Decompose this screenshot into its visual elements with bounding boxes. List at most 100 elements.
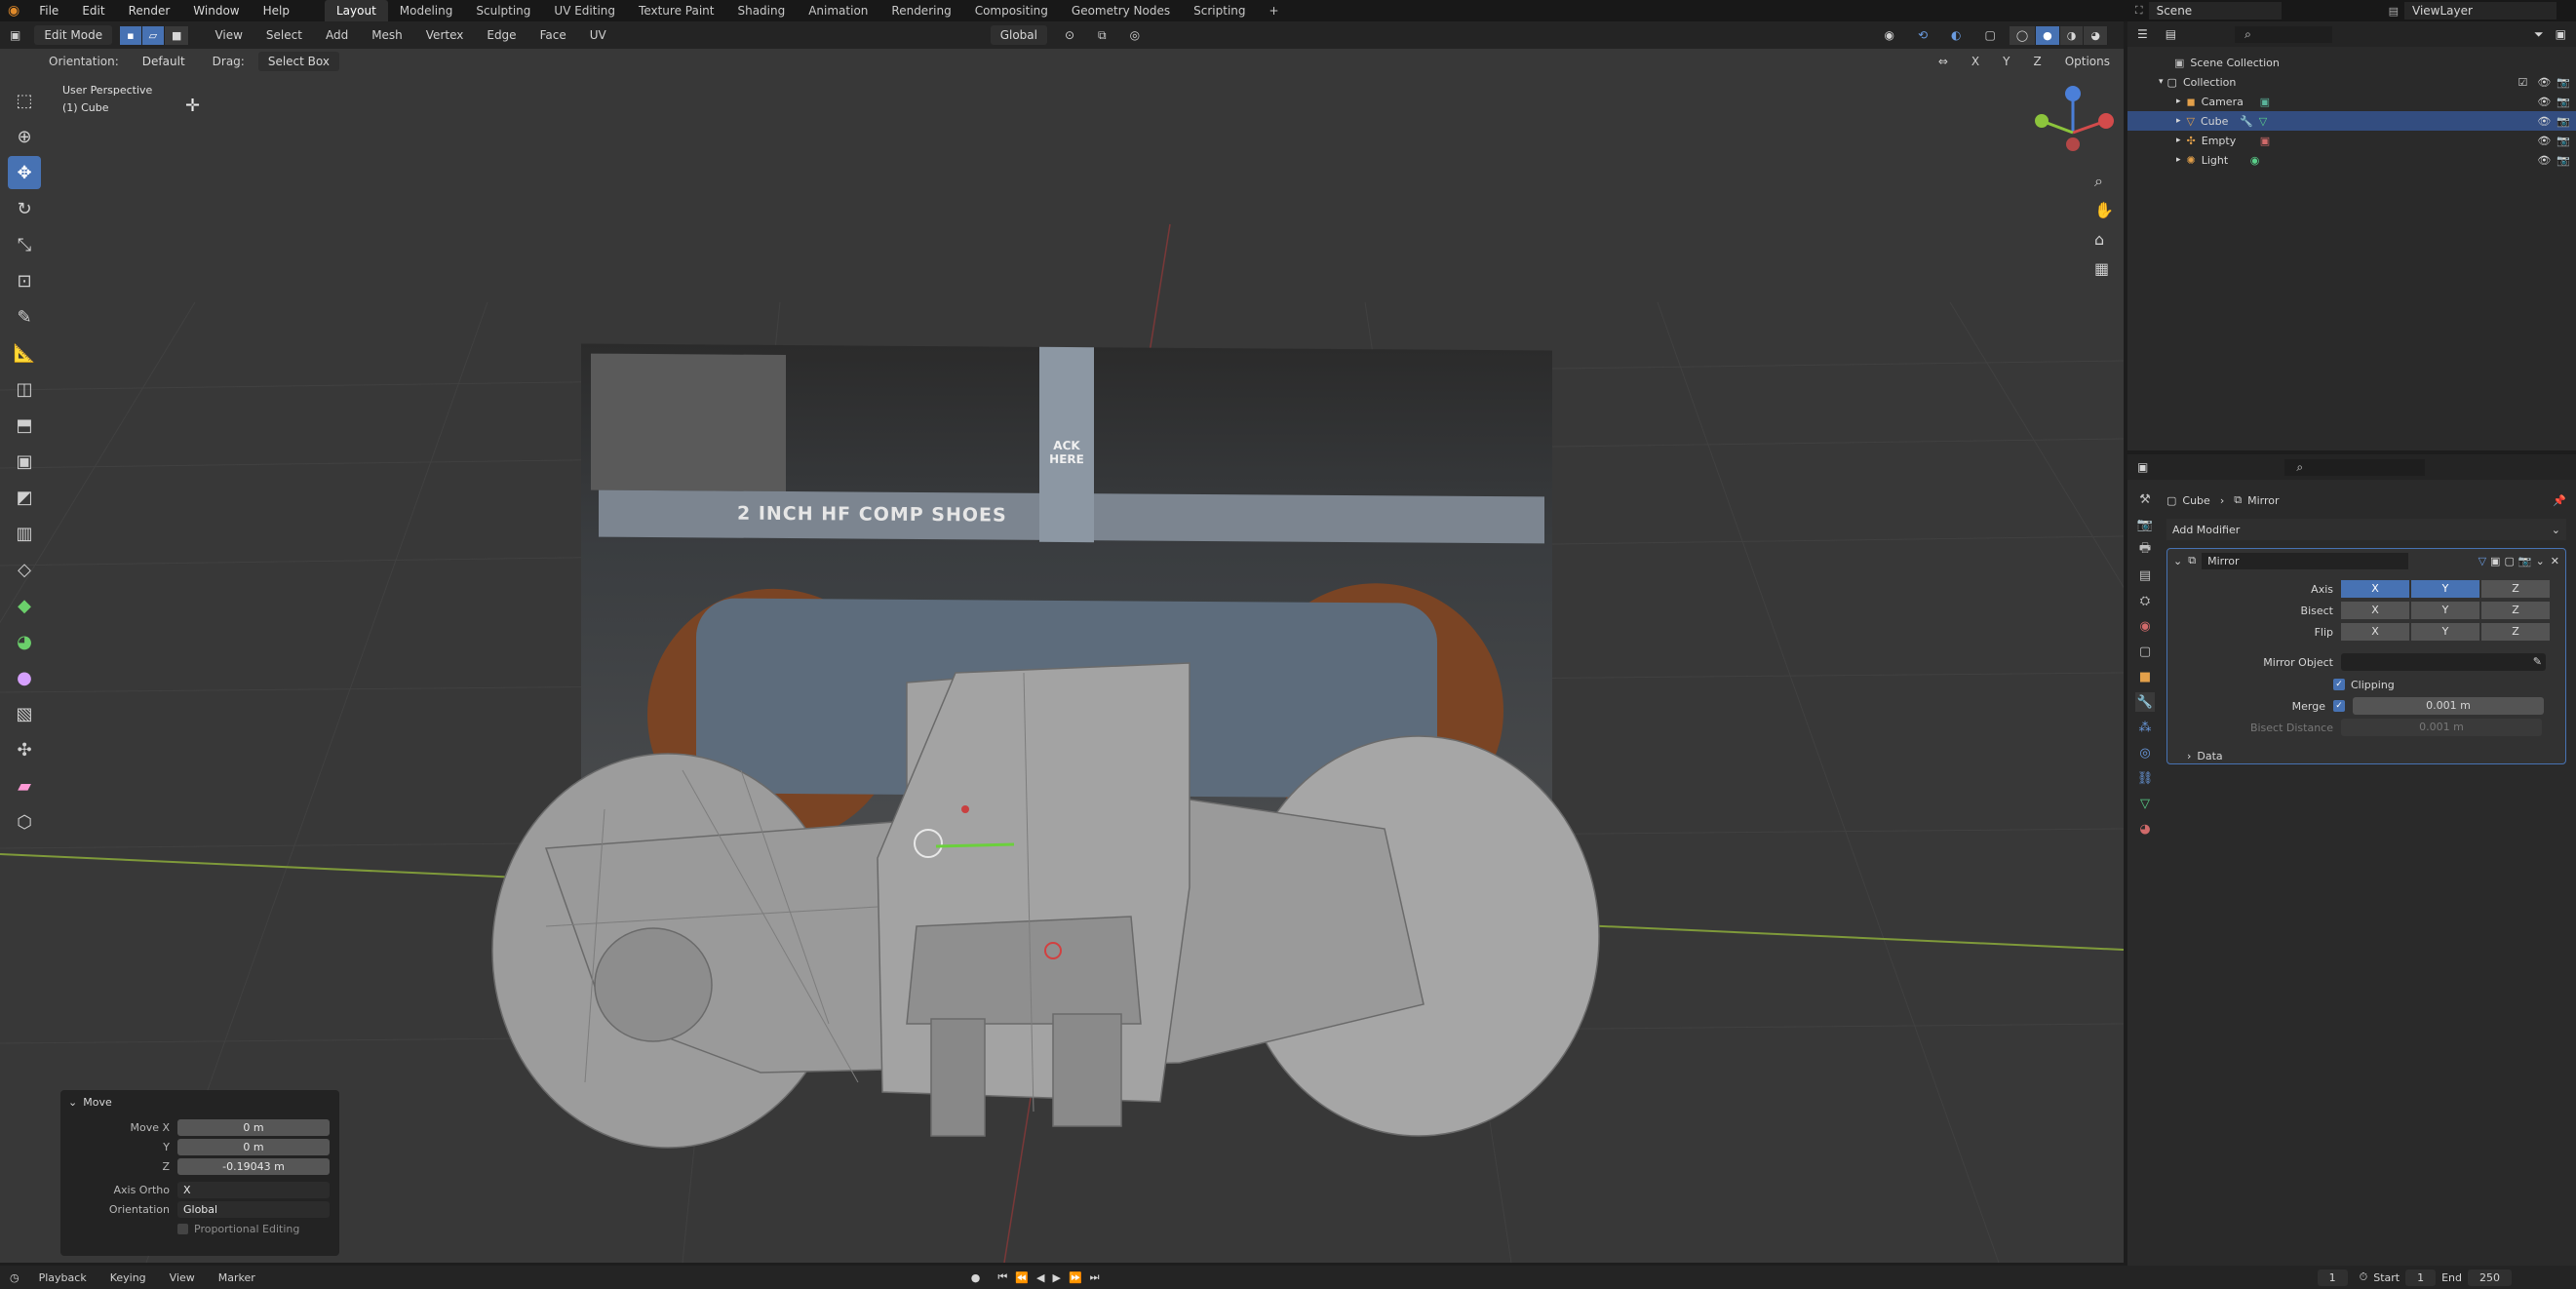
- proportional-edit-icon[interactable]: ◎: [1120, 25, 1150, 45]
- options-dropdown[interactable]: Options: [2055, 52, 2120, 71]
- jump-end-icon[interactable]: ⏭: [1090, 1270, 1100, 1284]
- menu-uv[interactable]: UV: [580, 25, 616, 45]
- inset-tool-icon[interactable]: ▣: [8, 445, 41, 478]
- perspective-toggle-icon[interactable]: ▦: [2094, 259, 2109, 278]
- move-y-field[interactable]: 0 m: [177, 1138, 330, 1155]
- timeline-editor-icon[interactable]: ◷: [0, 1271, 29, 1284]
- axis-z-toggle[interactable]: Z: [2481, 580, 2550, 598]
- menu-window[interactable]: Window: [181, 4, 251, 18]
- pivot-icon[interactable]: ⊙: [1055, 25, 1084, 45]
- modifier-name-field[interactable]: Mirror: [2202, 552, 2409, 569]
- outliner-search-icon[interactable]: ⌕: [2235, 25, 2333, 43]
- menu-edge[interactable]: Edge: [477, 25, 526, 45]
- knife-tool-icon[interactable]: ◇: [8, 553, 41, 586]
- current-frame-field[interactable]: 1: [2317, 1269, 2348, 1286]
- menu-keying[interactable]: Keying: [100, 1269, 156, 1287]
- extrude-tool-icon[interactable]: ⬒: [8, 409, 41, 442]
- material-tab-icon[interactable]: ◕: [2135, 819, 2155, 839]
- start-frame-field[interactable]: 1: [2405, 1269, 2437, 1286]
- blender-logo-icon[interactable]: ◉: [0, 3, 27, 19]
- shear-tool-icon[interactable]: ▰: [8, 769, 41, 802]
- cube-visibility-icon[interactable]: 👁: [2537, 115, 2551, 128]
- rendered-shading-icon[interactable]: ◕: [2084, 25, 2108, 45]
- tab-layout[interactable]: Layout: [324, 0, 388, 21]
- zoom-icon[interactable]: ⌕: [2094, 172, 2103, 191]
- navigation-gizmo[interactable]: [2028, 84, 2116, 181]
- outliner-item-light[interactable]: ▸ ✺ Light ◉ 👁 📷: [2127, 150, 2576, 170]
- axis-ortho-selector[interactable]: X: [177, 1181, 330, 1198]
- solid-shading-icon[interactable]: ●: [2036, 25, 2060, 45]
- modifier-menu-icon[interactable]: ⌄: [2536, 555, 2545, 567]
- move-orientation-selector[interactable]: Global: [177, 1200, 330, 1218]
- expand-icon[interactable]: ▸: [2176, 155, 2181, 165]
- menu-view[interactable]: View: [205, 25, 252, 45]
- collapse-chevron-icon[interactable]: ⌄: [68, 1096, 77, 1109]
- collection-expand-icon[interactable]: ▾: [2159, 77, 2164, 87]
- mode-selector[interactable]: Edit Mode: [34, 25, 113, 45]
- collection-visibility-icon[interactable]: 👁: [2537, 76, 2551, 89]
- expand-icon[interactable]: ▸: [2176, 116, 2181, 126]
- menu-select[interactable]: Select: [256, 25, 312, 45]
- outliner-editor-icon[interactable]: ☰: [2137, 27, 2148, 41]
- wireframe-shading-icon[interactable]: ◯: [2009, 25, 2037, 45]
- add-modifier-button[interactable]: Add Modifier ⌄: [2166, 519, 2566, 540]
- play-icon[interactable]: ▶: [1052, 1271, 1060, 1284]
- camera-view-icon[interactable]: ⌂: [2094, 230, 2104, 249]
- jump-start-icon[interactable]: ⏮: [997, 1270, 1007, 1284]
- menu-add[interactable]: Add: [316, 25, 358, 45]
- merge-field[interactable]: 0.001 m: [2353, 697, 2544, 715]
- transform-tool-icon[interactable]: ⊡: [8, 264, 41, 297]
- light-visibility-icon[interactable]: 👁: [2537, 154, 2551, 167]
- bisect-z-toggle[interactable]: Z: [2481, 602, 2550, 619]
- collection-render-icon[interactable]: 📷: [2556, 76, 2570, 89]
- loop-cut-tool-icon[interactable]: ▥: [8, 517, 41, 550]
- render-toggle-icon[interactable]: 📷: [2518, 555, 2532, 567]
- menu-edit[interactable]: Edit: [70, 4, 116, 18]
- empty-visibility-icon[interactable]: 👁: [2537, 135, 2551, 147]
- properties-search-icon[interactable]: ⌕: [2284, 458, 2426, 476]
- menu-mesh[interactable]: Mesh: [362, 25, 412, 45]
- outliner-item-cube[interactable]: ▸ ▽ Cube 🔧 ▽ 👁 📷: [2127, 111, 2576, 131]
- merge-checkbox[interactable]: ✓: [2333, 700, 2345, 712]
- orientation-selector[interactable]: Default: [133, 52, 195, 71]
- scene-collection-row[interactable]: ▣ Scene Collection: [2127, 53, 2576, 72]
- tab-sculpting[interactable]: Sculpting: [464, 0, 542, 21]
- move-z-field[interactable]: -0.19043 m: [177, 1157, 330, 1175]
- scene-tab-icon[interactable]: ⛭: [2135, 591, 2155, 610]
- record-icon[interactable]: ●: [971, 1271, 981, 1284]
- camera-render-icon[interactable]: 📷: [2556, 96, 2570, 108]
- add-workspace-button[interactable]: +: [1258, 0, 1291, 21]
- outliner-item-camera[interactable]: ▸ ◼ Camera ▣ 👁 📷: [2127, 92, 2576, 111]
- shrink-fatten-tool-icon[interactable]: ✣: [8, 733, 41, 766]
- axis-x-toggle[interactable]: X: [2341, 580, 2409, 598]
- bevel-tool-icon[interactable]: ◩: [8, 481, 41, 514]
- cube-render-icon[interactable]: 📷: [2556, 115, 2570, 128]
- modifier-tab-icon[interactable]: 🔧: [2135, 692, 2155, 712]
- menu-marker[interactable]: Marker: [209, 1269, 265, 1287]
- tab-geometry-nodes[interactable]: Geometry Nodes: [1060, 0, 1182, 21]
- mirror-z-toggle[interactable]: Z: [2023, 52, 2050, 71]
- expand-icon[interactable]: ▸: [2176, 97, 2181, 106]
- proportional-checkbox[interactable]: [177, 1223, 188, 1234]
- bisect-distance-field[interactable]: 0.001 m: [2341, 719, 2542, 736]
- world-tab-icon[interactable]: ◉: [2135, 616, 2155, 636]
- expand-icon[interactable]: ▸: [2176, 136, 2181, 145]
- menu-file[interactable]: File: [27, 4, 70, 18]
- display-mode-icon[interactable]: ▤: [2166, 27, 2176, 41]
- flip-z-toggle[interactable]: Z: [2481, 623, 2550, 641]
- move-x-field[interactable]: 0 m: [177, 1118, 330, 1136]
- new-collection-icon[interactable]: ▣: [2556, 27, 2566, 41]
- cube-mesh[interactable]: [0, 49, 2124, 1263]
- rip-tool-icon[interactable]: ⬡: [8, 805, 41, 839]
- empty-render-icon[interactable]: 📷: [2556, 135, 2570, 147]
- physics-tab-icon[interactable]: ◎: [2135, 743, 2155, 762]
- tab-animation[interactable]: Animation: [797, 0, 879, 21]
- menu-timeline-view[interactable]: View: [160, 1269, 205, 1287]
- bisect-y-toggle[interactable]: Y: [2411, 602, 2479, 619]
- menu-render[interactable]: Render: [117, 4, 182, 18]
- mirror-y-toggle[interactable]: Y: [1993, 52, 2019, 71]
- clipping-checkbox[interactable]: ✓: [2333, 679, 2345, 690]
- poly-build-tool-icon[interactable]: ◆: [8, 589, 41, 622]
- tab-compositing[interactable]: Compositing: [963, 0, 1060, 21]
- bisect-x-toggle[interactable]: X: [2341, 602, 2409, 619]
